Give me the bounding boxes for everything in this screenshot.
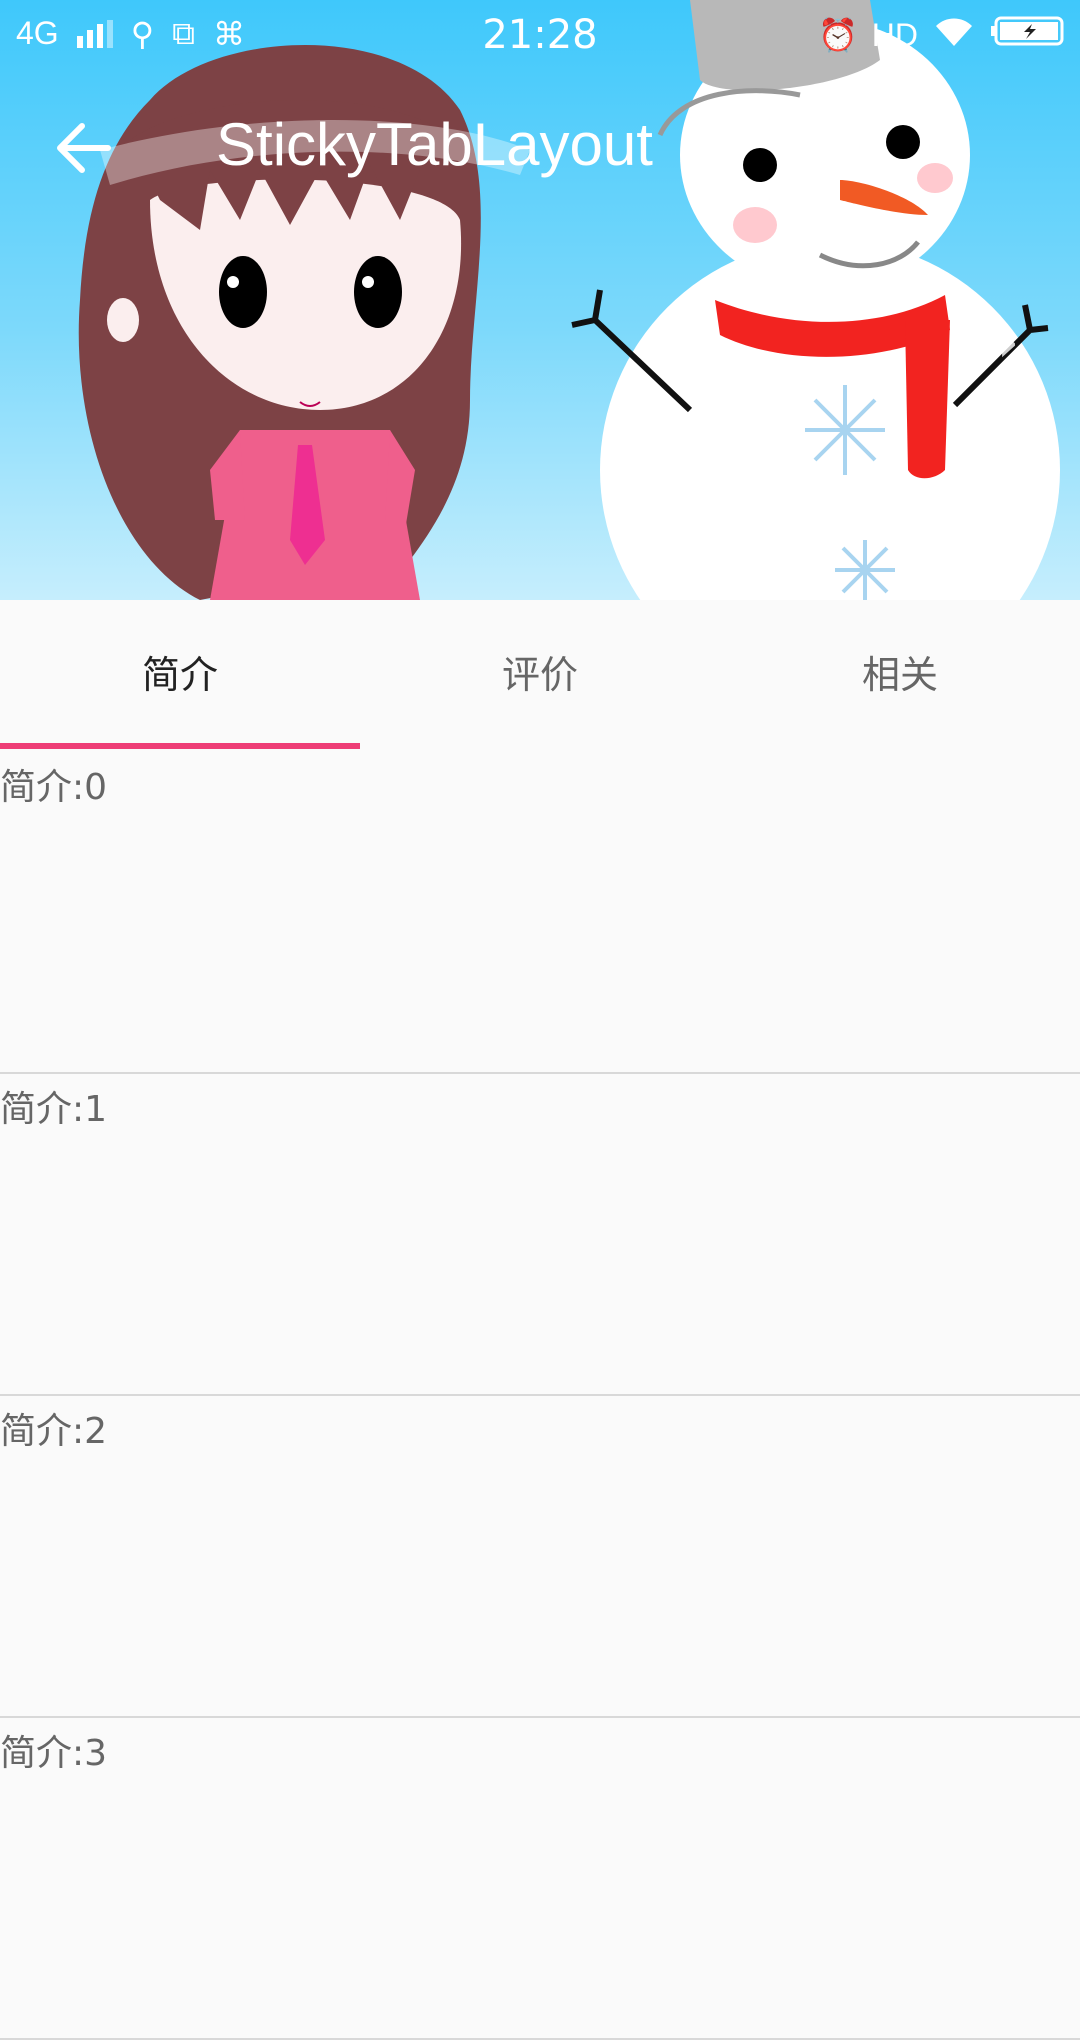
- list-item[interactable]: 简介:2: [0, 1396, 1080, 1718]
- list-item[interactable]: 简介:1: [0, 1074, 1080, 1396]
- content-list: 简介:0 简介:1 简介:2 简介:3: [0, 752, 1080, 2040]
- list-item-label: 简介:0: [0, 767, 108, 808]
- alarm-icon: ⏰: [817, 16, 858, 54]
- tab-intro[interactable]: 简介: [0, 600, 360, 750]
- list-item-label: 简介:2: [0, 1411, 108, 1452]
- toolbar: StickyTabLayout: [0, 96, 1080, 200]
- page-title: StickyTabLayout: [216, 111, 653, 178]
- wifi-icon: [932, 14, 976, 56]
- list-item-label: 简介:1: [0, 1089, 108, 1130]
- list-item[interactable]: 简介:0: [0, 752, 1080, 1074]
- list-item[interactable]: 简介:3: [0, 1718, 1080, 2040]
- tab-indicator: [0, 743, 360, 749]
- tab-bar: 简介 评价 相关: [0, 600, 1080, 750]
- arrow-left-icon: [57, 123, 111, 173]
- list-item-label: 简介:3: [0, 1733, 108, 1774]
- tab-reviews[interactable]: 评价: [360, 600, 720, 750]
- battery-icon: [990, 14, 1066, 56]
- tab-related[interactable]: 相关: [720, 600, 1080, 750]
- back-button[interactable]: [52, 116, 116, 180]
- header-image: [0, 0, 1080, 600]
- double-chevron-right-icon: »: [985, 310, 1020, 375]
- hd-label: HD: [871, 16, 918, 53]
- status-bar: 4G ⚲ ⧉ ⌘ 21:28 ⏰ HD: [0, 0, 1080, 72]
- cartoon-illustration: [78, 0, 1060, 600]
